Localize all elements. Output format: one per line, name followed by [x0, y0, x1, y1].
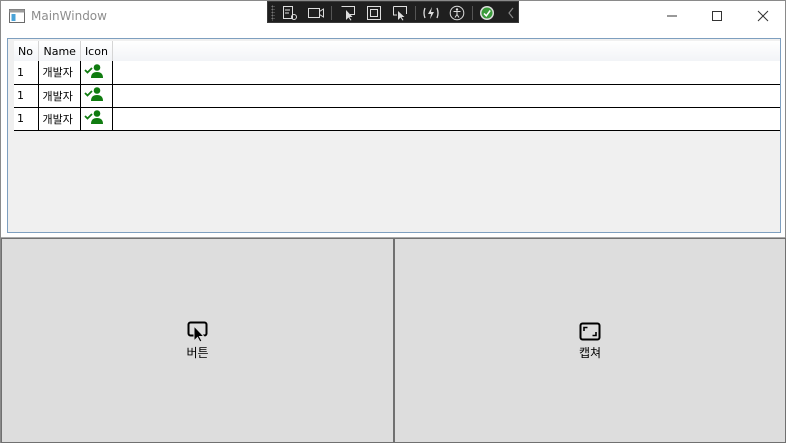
- column-header-name[interactable]: Name: [38, 41, 81, 61]
- close-icon: [757, 10, 769, 22]
- hot-reload-icon[interactable]: [421, 3, 441, 23]
- main-window: MainWindow No Name Icon 1 개발자 1 개발자 1 개발…: [0, 0, 786, 443]
- select-in-app-icon[interactable]: [338, 3, 358, 23]
- cell-filler: [112, 84, 780, 108]
- cell-filler: [112, 61, 780, 85]
- table-row[interactable]: 1 개발자: [14, 84, 780, 108]
- collapse-icon[interactable]: [501, 3, 521, 23]
- accessibility-icon[interactable]: [447, 3, 467, 23]
- cell-no[interactable]: 1: [14, 84, 40, 108]
- capture-button[interactable]: 캡쳐: [394, 238, 786, 443]
- column-header-filler: [112, 41, 780, 61]
- data-grid-table: No Name Icon 1 개발자 1 개발자 1 개발자: [14, 41, 780, 131]
- cell-filler: [112, 107, 780, 131]
- cell-icon[interactable]: [80, 107, 113, 131]
- data-grid[interactable]: No Name Icon 1 개발자 1 개발자 1 개발자: [7, 38, 781, 233]
- maximize-icon: [712, 11, 722, 21]
- cell-icon[interactable]: [80, 61, 113, 85]
- toolbar-grip[interactable]: [271, 5, 275, 21]
- xaml-debug-toolbar: [267, 1, 519, 23]
- preview-selection-icon[interactable]: [390, 3, 410, 23]
- display-layout-adorners-icon[interactable]: [364, 3, 384, 23]
- click-button-label: 버튼: [186, 345, 209, 360]
- cell-name[interactable]: 개발자: [38, 84, 81, 108]
- minimize-button[interactable]: [649, 1, 695, 31]
- column-header-no[interactable]: No: [14, 41, 40, 61]
- cell-name[interactable]: 개발자: [38, 107, 81, 131]
- capture-icon: [579, 321, 601, 343]
- cell-no[interactable]: 1: [14, 61, 40, 85]
- window-title: MainWindow: [31, 9, 107, 23]
- cell-no[interactable]: 1: [14, 107, 40, 131]
- column-header-icon[interactable]: Icon: [80, 41, 113, 61]
- minimize-icon: [667, 15, 677, 17]
- close-button[interactable]: [740, 1, 786, 31]
- user-icon: [84, 63, 103, 78]
- table-row[interactable]: 1 개발자: [14, 107, 780, 131]
- user-icon: [84, 110, 103, 124]
- table-row[interactable]: 1 개발자: [14, 61, 780, 85]
- select-element-icon[interactable]: [280, 3, 300, 23]
- user-icon: [84, 87, 103, 101]
- cell-icon[interactable]: [80, 84, 113, 108]
- click-button[interactable]: 버튼: [1, 238, 394, 443]
- click-pointer-icon: [187, 321, 209, 343]
- app-window-icon: [9, 9, 25, 23]
- cell-name[interactable]: 개발자: [38, 61, 81, 85]
- binding-check-icon[interactable]: [477, 3, 497, 23]
- track-focus-icon[interactable]: [306, 3, 326, 23]
- grid-header-row: No Name Icon: [14, 41, 780, 61]
- maximize-button[interactable]: [694, 1, 740, 31]
- capture-button-label: 캡쳐: [578, 345, 602, 360]
